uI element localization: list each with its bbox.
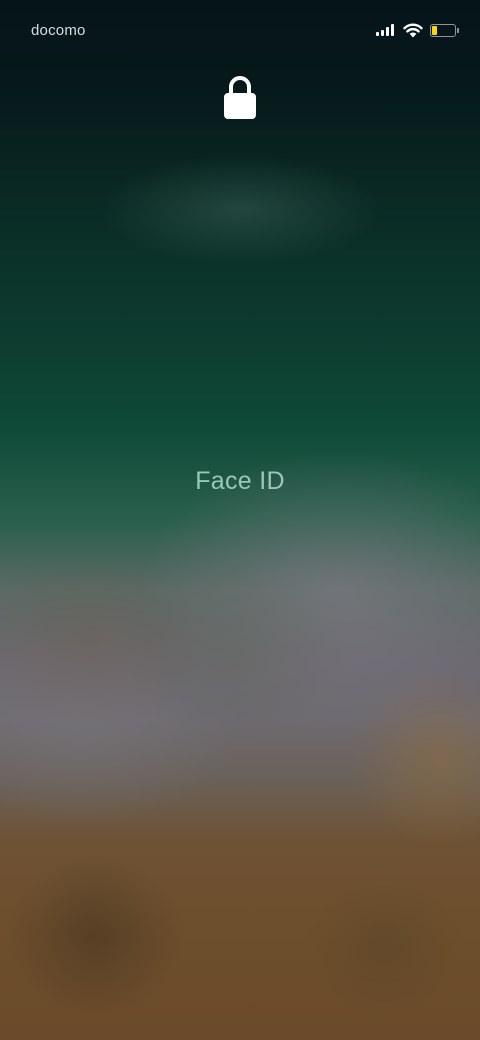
carrier-name: docomo — [31, 22, 86, 39]
wallpaper — [0, 0, 480, 1040]
wifi-icon — [403, 23, 423, 38]
cellular-signal-icon — [376, 24, 398, 36]
battery-icon — [430, 24, 460, 37]
battery-level — [432, 26, 437, 35]
padlock-locked-icon — [224, 76, 256, 119]
face-id-label: Face ID — [195, 467, 285, 495]
lock-screen: docomo Face ID — [0, 0, 480, 1040]
status-bar: docomo — [0, 0, 480, 62]
